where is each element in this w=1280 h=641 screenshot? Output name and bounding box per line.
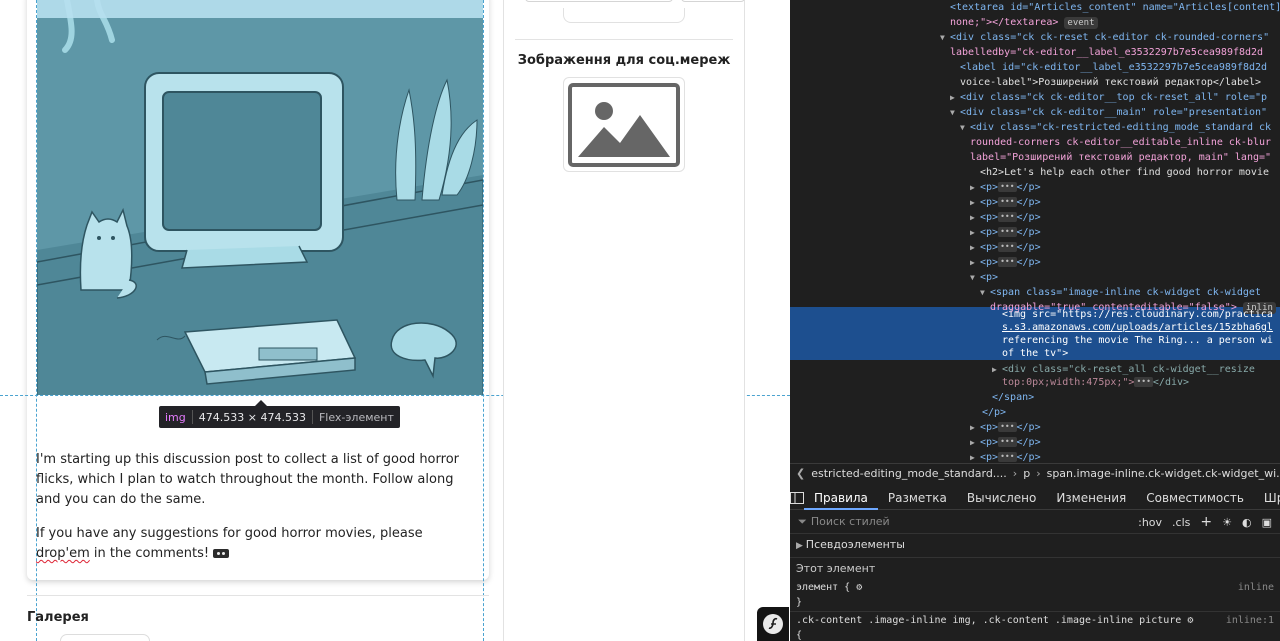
pseudo-elements-row[interactable]: ▶ Псевдоэлементы: [790, 538, 1280, 551]
toggle-sidebar-icon[interactable]: [790, 486, 804, 510]
dom-line[interactable]: ▼ <span class="image-inline ck-widget ck-…: [790, 285, 1280, 300]
tab-fonts[interactable]: Шрифт: [1254, 486, 1280, 510]
rule-source[interactable]: inline:1: [1226, 615, 1274, 626]
dom-line-p[interactable]: ▶ <p> ••• </p>: [790, 420, 1280, 435]
social-image-slot[interactable]: [563, 77, 685, 172]
dom-line-selected[interactable]: of the tv">: [790, 346, 1280, 361]
tooltip-kind: Flex-элемент: [318, 410, 394, 424]
dom-line[interactable]: ▶ <div class="ck ck-editor__top ck-reset_…: [790, 90, 1280, 105]
dom-line[interactable]: </span>: [790, 390, 1280, 405]
add-rule-icon[interactable]: +: [1200, 514, 1212, 530]
cls-toggle[interactable]: .cls: [1172, 516, 1190, 529]
article-inline-image[interactable]: [37, 0, 483, 395]
dom-line[interactable]: ▼ <div class="ck ck-editor__main" role="p…: [790, 105, 1280, 120]
dom-line-p-open[interactable]: ▼ <p>: [790, 270, 1280, 285]
dom-line[interactable]: <h2>Let's help each other find good horr…: [790, 165, 1280, 180]
dom-line[interactable]: <label id="ck-editor__label_e3532297b7e5…: [790, 60, 1280, 75]
dom-line[interactable]: none;"></textarea> event: [790, 15, 1280, 30]
dom-line-p[interactable]: ▶ <p> ••• </p>: [790, 195, 1280, 210]
dom-line[interactable]: ▼ <div class="ck-restricted-editing_mode_…: [790, 120, 1280, 135]
dom-line[interactable]: labelledby="ck-editor__label_e3532297b7e…: [790, 45, 1280, 60]
dom-line-p[interactable]: ▶ <p> ••• </p>: [790, 225, 1280, 240]
paragraph-2-text-end: in the comments!: [89, 546, 214, 561]
element-highlight-overlay: [37, 0, 483, 18]
gallery-item[interactable]: [60, 634, 150, 641]
breadcrumb-item[interactable]: p: [1023, 467, 1030, 480]
breadcrumb-item[interactable]: span.image-inline.ck-widget.ck-widget_wi…: [1047, 467, 1280, 480]
gear-icon[interactable]: ⚙: [1187, 615, 1193, 626]
tooltip-separator: [191, 410, 193, 424]
gear-icon[interactable]: ⚙: [856, 582, 862, 593]
dom-line-p[interactable]: ▶ <p> ••• </p>: [790, 240, 1280, 255]
dom-breadcrumb: ❮ estricted-editing_mode_standard.... › …: [790, 463, 1280, 483]
tab-computed[interactable]: Вычислено: [957, 486, 1046, 510]
paragraph-2-text: If you have any suggestions for good hor…: [36, 526, 423, 541]
misspelled-word[interactable]: drop'em: [36, 546, 90, 561]
paragraph-2[interactable]: If you have any suggestions for good hor…: [36, 524, 480, 564]
this-element-label: Этот элемент: [796, 562, 876, 575]
dom-line[interactable]: label="Розширений текстовий редактор, ma…: [790, 150, 1280, 165]
filter-styles-input[interactable]: Поиск стилей: [811, 515, 890, 528]
chevron-left-icon[interactable]: ❮: [796, 467, 805, 480]
rule-source[interactable]: inline: [1238, 582, 1274, 593]
symfony-toolbar-icon[interactable]: [757, 607, 789, 641]
guide-line-right: [483, 0, 484, 641]
tab-changes[interactable]: Изменения: [1046, 486, 1136, 510]
tooltip-separator: [311, 410, 313, 424]
hov-toggle[interactable]: :hov: [1138, 516, 1162, 529]
dom-line[interactable]: voice-label">Розширений текстовий редакт…: [790, 75, 1280, 90]
devtools-panel: <textarea id="Articles_content" name="Ar…: [790, 0, 1280, 641]
dom-line-p[interactable]: ▶ <p> ••• </p>: [790, 210, 1280, 225]
tab-layout[interactable]: Разметка: [878, 486, 957, 510]
videocassette-icon: [213, 549, 230, 558]
event-badge[interactable]: event: [1064, 17, 1098, 29]
print-media-icon[interactable]: ▣: [1262, 516, 1272, 529]
dom-line[interactable]: ▼ <div class="ck ck-reset ck-editor ck-ro…: [790, 30, 1280, 45]
rule-open-brace: {: [796, 630, 803, 641]
tab-compatibility[interactable]: Совместимость: [1136, 486, 1254, 510]
chevron-right-icon: ›: [1012, 467, 1018, 480]
social-image-title: Зображення для соц.мереж: [517, 53, 731, 68]
dom-line-p[interactable]: ▶ <p> ••• </p>: [790, 435, 1280, 450]
editor-content[interactable]: I'm starting up this discussion post to …: [36, 450, 480, 578]
breadcrumb-item[interactable]: estricted-editing_mode_standard....: [811, 467, 1007, 480]
tooltip-tag: img: [165, 410, 186, 424]
dom-line[interactable]: top:0px;width:475px;"> ••• </div>: [790, 375, 1280, 390]
dom-line[interactable]: </p>: [790, 405, 1280, 420]
styles-tabbar: Правила Разметка Вычислено Изменения Сов…: [790, 486, 1280, 510]
gallery-title: Галерея: [27, 610, 89, 625]
dom-line-p[interactable]: ▶ <p> ••• </p>: [790, 450, 1280, 463]
tab-rules[interactable]: Правила: [804, 486, 878, 510]
sidebar-image-frame-top: [563, 8, 685, 23]
dom-line-p[interactable]: ▶ <p> ••• </p>: [790, 255, 1280, 270]
dom-tree[interactable]: <textarea id="Articles_content" name="Ar…: [790, 0, 1280, 463]
tooltip-size: 474.533 × 474.533: [198, 410, 306, 424]
dom-line[interactable]: rounded-corners ck-editor__editable_inli…: [790, 135, 1280, 150]
styles-filter-bar: ⏷ Поиск стилей :hov .cls + ☀ ◐ ▣: [790, 510, 1280, 534]
rule-close-brace: }: [796, 597, 803, 608]
ck-image-rule-selector[interactable]: .ck-content .image-inline img, .ck-conte…: [790, 615, 1280, 626]
section-divider: [27, 595, 489, 596]
dom-line[interactable]: <textarea id="Articles_content" name="Ar…: [790, 0, 1280, 15]
element-rule[interactable]: элемент { ⚙ inline: [790, 582, 1280, 593]
paragraph-1[interactable]: I'm starting up this discussion post to …: [36, 450, 480, 510]
dom-line-p[interactable]: ▶ <p> ••• </p>: [790, 180, 1280, 195]
inspector-tooltip: img 474.533 × 474.533 Flex-элемент: [159, 406, 400, 428]
dark-theme-icon[interactable]: ◐: [1242, 516, 1252, 529]
rules-divider: [790, 611, 1280, 612]
chevron-right-icon: ›: [1036, 467, 1041, 480]
rules-divider: [790, 557, 1280, 558]
page-viewport: img 474.533 × 474.533 Flex-элемент I'm s…: [0, 0, 790, 641]
image-placeholder-icon: [568, 82, 680, 167]
sidebar-divider: [515, 39, 733, 40]
sidebar-button[interactable]: [681, 0, 745, 2]
sidebar-button[interactable]: [525, 0, 673, 2]
filter-icon: ⏷: [798, 514, 807, 528]
light-theme-icon[interactable]: ☀: [1222, 516, 1232, 529]
top-buttons: [525, 0, 745, 2]
